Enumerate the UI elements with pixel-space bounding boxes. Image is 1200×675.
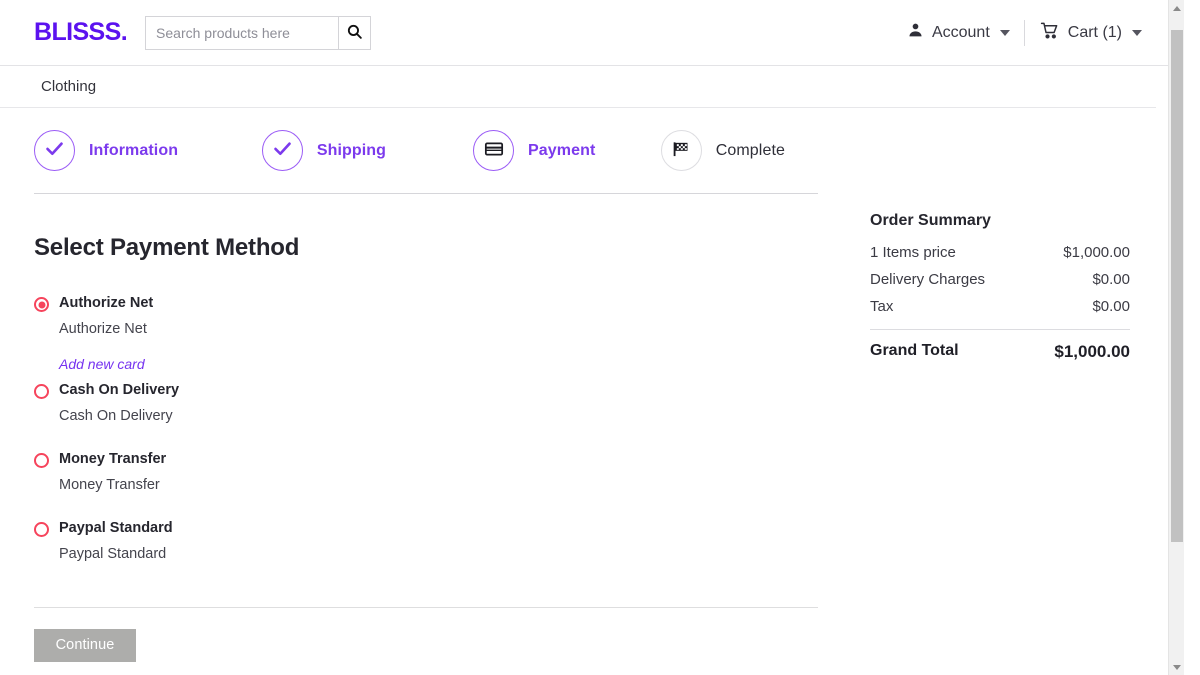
breadcrumb-item-clothing[interactable]: Clothing: [41, 78, 96, 95]
checkered-flag-icon: [671, 139, 691, 163]
payment-option-header[interactable]: Cash On Delivery: [34, 381, 860, 401]
step-payment-label: Payment: [528, 142, 595, 160]
payment-option-money-transfer[interactable]: Money Transfer Money Transfer: [34, 450, 860, 495]
cart-menu[interactable]: Cart (1): [1025, 21, 1156, 45]
page-scrollbar[interactable]: [1168, 0, 1184, 675]
step-complete[interactable]: Complete: [661, 130, 785, 171]
search-button[interactable]: [338, 16, 371, 50]
site-header: BLISSS. Account: [0, 0, 1184, 66]
summary-value: $1,000.00: [1063, 244, 1130, 261]
payment-option-description: Money Transfer: [59, 476, 860, 496]
step-information[interactable]: Information: [34, 130, 262, 171]
person-icon: [907, 21, 924, 44]
summary-row-tax: Tax $0.00: [870, 298, 1130, 315]
header-actions: Account Cart (1): [893, 20, 1156, 46]
payment-option-paypal-standard[interactable]: Paypal Standard Paypal Standard: [34, 519, 860, 564]
payment-option-title: Paypal Standard: [59, 519, 173, 539]
radio-paypal-standard[interactable]: [34, 522, 49, 537]
check-icon: [272, 138, 293, 163]
radio-authorize-net[interactable]: [34, 297, 49, 312]
step-shipping-label: Shipping: [317, 142, 386, 160]
cart-label: Cart (1): [1068, 24, 1122, 42]
summary-label: 1 Items price: [870, 244, 956, 261]
scrollbar-down-arrow[interactable]: [1169, 659, 1184, 675]
continue-button[interactable]: Continue: [34, 629, 136, 662]
chevron-up-icon: [1173, 6, 1181, 11]
search-input[interactable]: [145, 16, 338, 50]
payment-method-list: Authorize Net Authorize Net Add new card…: [34, 294, 860, 565]
chevron-down-icon: [1000, 30, 1010, 36]
payment-column: Select Payment Method Authorize Net Auth…: [0, 194, 860, 662]
summary-value: $0.00: [1092, 271, 1130, 288]
step-complete-label: Complete: [716, 142, 785, 160]
breadcrumb: Clothing: [0, 66, 1156, 108]
payment-option-authorize-net[interactable]: Authorize Net Authorize Net Add new card: [34, 294, 860, 373]
main-content: Select Payment Method Authorize Net Auth…: [0, 194, 1184, 662]
summary-divider: [870, 329, 1130, 330]
form-divider: [34, 607, 818, 608]
order-summary-column: Order Summary 1 Items price $1,000.00 De…: [860, 194, 1160, 662]
search-icon: [346, 23, 363, 43]
payment-option-title: Money Transfer: [59, 450, 166, 470]
credit-card-icon: [484, 139, 504, 163]
page-root: BLISSS. Account: [0, 0, 1184, 675]
step-payment[interactable]: Payment: [473, 130, 661, 171]
payment-option-description: Authorize Net: [59, 320, 860, 340]
payment-option-title: Authorize Net: [59, 294, 153, 314]
summary-label: Grand Total: [870, 342, 959, 362]
summary-value: $1,000.00: [1054, 342, 1130, 362]
payment-option-title: Cash On Delivery: [59, 381, 179, 401]
order-summary-title: Order Summary: [870, 212, 1130, 230]
page-title: Select Payment Method: [34, 234, 860, 262]
summary-row-delivery-charges: Delivery Charges $0.00: [870, 271, 1130, 288]
summary-value: $0.00: [1092, 298, 1130, 315]
step-shipping[interactable]: Shipping: [262, 130, 473, 171]
add-new-card-link[interactable]: Add new card: [59, 356, 145, 372]
summary-row-items-price: 1 Items price $1,000.00: [870, 244, 1130, 261]
scrollbar-up-arrow[interactable]: [1169, 0, 1184, 16]
cart-icon: [1039, 21, 1060, 45]
payment-option-header[interactable]: Money Transfer: [34, 450, 860, 470]
summary-row-grand-total: Grand Total $1,000.00: [870, 342, 1130, 362]
site-logo[interactable]: BLISSS.: [34, 18, 127, 47]
summary-label: Delivery Charges: [870, 271, 985, 288]
payment-option-cash-on-delivery[interactable]: Cash On Delivery Cash On Delivery: [34, 381, 860, 426]
check-icon: [44, 138, 65, 163]
radio-cash-on-delivery[interactable]: [34, 384, 49, 399]
account-label: Account: [932, 24, 990, 42]
chevron-down-icon: [1173, 665, 1181, 670]
step-complete-circle: [661, 130, 702, 171]
payment-option-header[interactable]: Paypal Standard: [34, 519, 860, 539]
step-payment-circle: [473, 130, 514, 171]
summary-label: Tax: [870, 298, 893, 315]
step-information-label: Information: [89, 142, 178, 160]
chevron-down-icon: [1132, 30, 1142, 36]
order-summary: Order Summary 1 Items price $1,000.00 De…: [860, 196, 1160, 362]
payment-option-description: Cash On Delivery: [59, 407, 860, 427]
payment-option-description: Paypal Standard: [59, 545, 860, 565]
step-shipping-circle: [262, 130, 303, 171]
payment-option-header[interactable]: Authorize Net: [34, 294, 860, 314]
checkout-steps: Information Shipping: [0, 108, 785, 171]
step-information-circle: [34, 130, 75, 171]
account-menu[interactable]: Account: [893, 21, 1024, 44]
radio-money-transfer[interactable]: [34, 453, 49, 468]
scrollbar-thumb[interactable]: [1171, 30, 1183, 542]
search-bar: [145, 16, 371, 50]
